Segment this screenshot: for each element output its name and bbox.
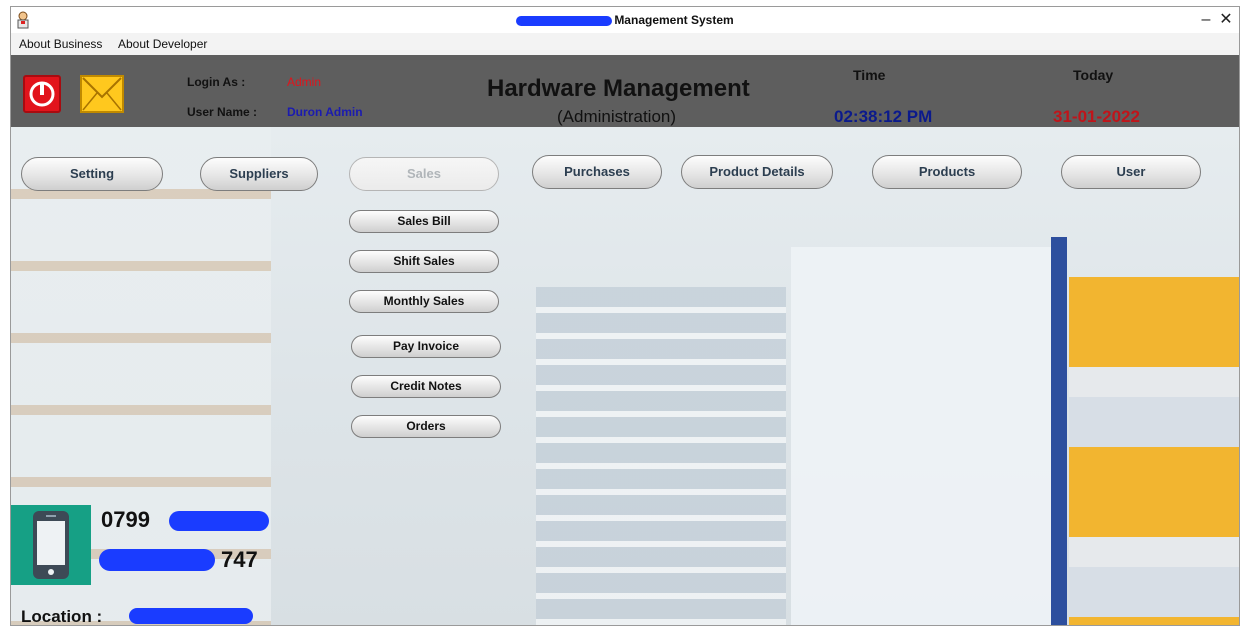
redacted-text bbox=[516, 15, 613, 26]
close-icon[interactable]: ✕ bbox=[1215, 10, 1237, 30]
title-bar: Management System – ✕ bbox=[11, 7, 1239, 33]
window-title: Management System bbox=[11, 13, 1239, 27]
content-area: Setting Suppliers Sales Purchases Produc… bbox=[11, 127, 1239, 626]
time-label: Time bbox=[853, 67, 886, 83]
date-value: 31-01-2022 bbox=[1053, 107, 1140, 126]
pay-invoice-button[interactable]: Pay Invoice bbox=[351, 335, 501, 358]
background-shelf-center bbox=[536, 287, 786, 625]
menu-bar: About Business About Developer bbox=[11, 33, 1239, 55]
page-subtitle: (Administration) bbox=[557, 107, 677, 126]
date-label: Today bbox=[1073, 67, 1114, 83]
login-value: Admin bbox=[287, 75, 322, 89]
setting-button[interactable]: Setting bbox=[21, 157, 163, 191]
location-label: Location : bbox=[21, 607, 103, 626]
minimize-icon[interactable]: – bbox=[1195, 10, 1217, 30]
login-label: Login As : bbox=[187, 75, 246, 89]
sales-bill-button[interactable]: Sales Bill bbox=[349, 210, 499, 233]
phone-tile bbox=[11, 505, 91, 585]
mail-button[interactable] bbox=[80, 75, 124, 113]
mail-icon bbox=[82, 77, 122, 111]
products-button[interactable]: Products bbox=[872, 155, 1022, 189]
shift-sales-button[interactable]: Shift Sales bbox=[349, 250, 499, 273]
phone-prefix: 0799 bbox=[101, 507, 150, 532]
user-value: Duron Admin bbox=[287, 105, 363, 119]
menu-about-developer[interactable]: About Developer bbox=[118, 37, 207, 51]
window-title-label: Management System bbox=[614, 13, 734, 27]
product-details-button[interactable]: Product Details bbox=[681, 155, 833, 189]
credit-notes-button[interactable]: Credit Notes bbox=[351, 375, 501, 398]
background-light bbox=[791, 247, 1051, 625]
phone-icon bbox=[33, 511, 69, 579]
redacted-text bbox=[129, 608, 253, 624]
purchases-button[interactable]: Purchases bbox=[532, 155, 662, 189]
page-title: Hardware Management bbox=[487, 75, 750, 102]
user-button[interactable]: User bbox=[1061, 155, 1201, 189]
orders-button[interactable]: Orders bbox=[351, 415, 501, 438]
header-panel: Login As : Admin User Name : Duron Admin… bbox=[11, 55, 1239, 127]
background-shelf-right bbox=[1069, 277, 1239, 625]
power-icon bbox=[29, 81, 55, 107]
monthly-sales-button[interactable]: Monthly Sales bbox=[349, 290, 499, 313]
main-window: Management System – ✕ About Business Abo… bbox=[10, 6, 1240, 626]
background-pole bbox=[1051, 237, 1067, 625]
sales-button[interactable]: Sales bbox=[349, 157, 499, 191]
redacted-text bbox=[99, 549, 215, 571]
menu-about-business[interactable]: About Business bbox=[19, 37, 102, 51]
phone-suffix: 747 bbox=[221, 547, 258, 572]
power-button[interactable] bbox=[23, 75, 61, 113]
user-label: User Name : bbox=[187, 105, 258, 119]
time-value: 02:38:12 PM bbox=[834, 107, 933, 126]
suppliers-button[interactable]: Suppliers bbox=[200, 157, 318, 191]
redacted-text bbox=[169, 511, 269, 531]
